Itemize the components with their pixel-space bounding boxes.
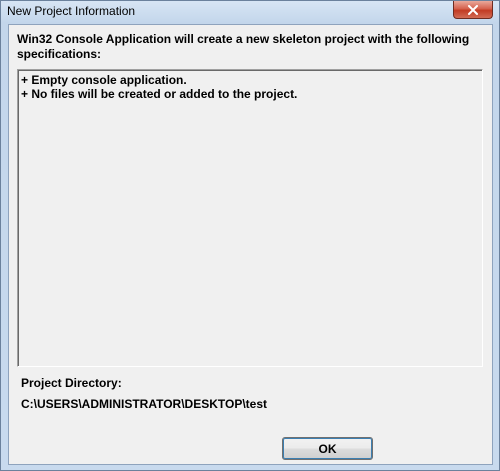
dialog-window: New Project Information Win32 Console Ap… <box>0 0 500 471</box>
dialog-client-area: Win32 Console Application will create a … <box>8 24 493 465</box>
project-directory-value: C:\USERS\ADMINISTRATOR\DESKTOP\test <box>21 397 268 411</box>
project-directory-label: Project Directory: <box>21 376 122 390</box>
close-button[interactable] <box>453 1 493 19</box>
spec-line: + No files will be created or added to t… <box>21 87 298 101</box>
spec-line: + Empty console application. <box>21 73 187 87</box>
dialog-heading: Win32 Console Application will create a … <box>17 32 470 61</box>
ok-button[interactable]: OK <box>282 437 373 460</box>
close-icon <box>468 4 478 15</box>
title-bar[interactable]: New Project Information <box>1 1 499 23</box>
window-title: New Project Information <box>7 4 136 18</box>
specifications-box[interactable]: + Empty console application. + No files … <box>17 69 483 367</box>
